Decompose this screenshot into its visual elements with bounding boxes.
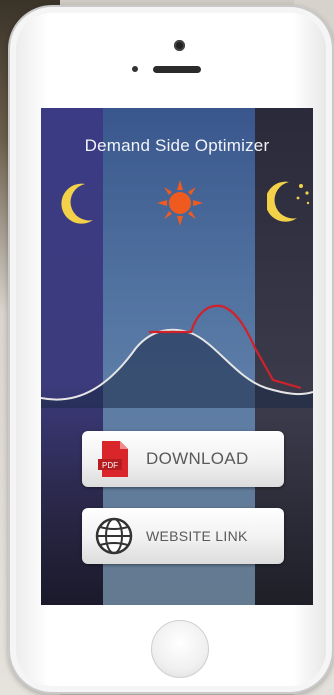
website-link-label: WEBSITE LINK <box>146 528 248 544</box>
earpiece-speaker <box>153 66 201 73</box>
proximity-sensor <box>132 66 138 72</box>
globe-icon <box>92 514 136 558</box>
demand-graph <box>41 304 313 408</box>
front-camera <box>174 40 185 51</box>
download-label: DOWNLOAD <box>146 449 249 468</box>
website-link-button[interactable]: WEBSITE LINK <box>82 508 284 564</box>
app-screen: Demand Side Optimizer PDF DOWNLOAD WEBSI… <box>41 108 313 605</box>
sun-icon <box>157 180 203 226</box>
moon-stars-icon <box>267 181 310 222</box>
download-button[interactable]: PDF DOWNLOAD <box>82 431 284 487</box>
home-button[interactable] <box>151 620 209 678</box>
pdf-icon: PDF <box>92 437 136 481</box>
svg-text:PDF: PDF <box>102 461 118 470</box>
moon-icon <box>61 183 93 224</box>
app-title: Demand Side Optimizer <box>84 136 270 155</box>
phone-frame: Demand Side Optimizer PDF DOWNLOAD WEBSI… <box>8 5 334 694</box>
demand-area <box>41 329 313 408</box>
